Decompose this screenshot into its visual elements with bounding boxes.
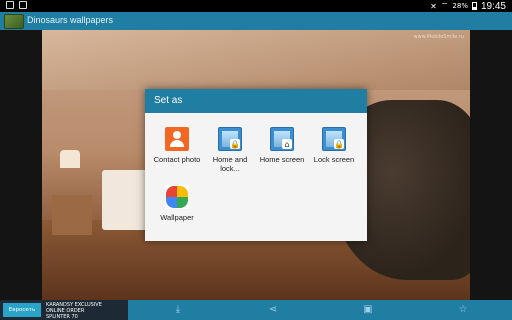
dialog-title: Set as [154, 95, 183, 106]
dialog-header: Set as [145, 89, 367, 113]
action-bar: Dinosaurs wallpapers [0, 12, 512, 30]
download-notification-icon [19, 1, 27, 9]
image-nightstand [52, 195, 92, 235]
option-label: Contact photo [153, 155, 201, 164]
battery-percentage: 28% [452, 2, 468, 10]
mute-icon: ✕ [430, 1, 437, 11]
image-ceiling [42, 30, 470, 90]
clock: 19:45 [480, 0, 506, 12]
ad-logo: Евросеть [3, 303, 41, 317]
watermark: www.MobileSmile.ru [413, 34, 464, 40]
ad-line: SPLINTER 70 [46, 314, 78, 320]
ad-text: KARANDSY EXCLUSIVE ONLINE ORDER SPLINTER… [46, 302, 102, 320]
battery-icon [471, 2, 477, 10]
option-label: Home and lock... [212, 155, 248, 173]
lock-screen-icon: 🔒 [322, 127, 346, 151]
ad-banner[interactable]: Евросеть KARANDSY EXCLUSIVE ONLINE ORDER… [0, 300, 128, 320]
set-as-dialog: Set as Contact photo 🔒 Home and lock... … [145, 89, 367, 241]
set-as-icon[interactable]: ▣ [362, 304, 374, 316]
status-bar: ✕ ⌔ 28% 19:45 [0, 0, 512, 12]
screen: ✕ ⌔ 28% 19:45 Dinosaurs wallpapers www.M… [0, 0, 512, 320]
home-screen-icon: ⌂ [270, 127, 294, 151]
option-home-and-lock[interactable]: 🔒 Home and lock... [204, 127, 256, 173]
app-title: Dinosaurs wallpapers [27, 15, 114, 25]
option-wallpaper[interactable]: Wallpaper [151, 185, 203, 222]
option-home-screen[interactable]: ⌂ Home screen [256, 127, 308, 164]
option-label: Wallpaper [160, 213, 194, 222]
favorite-icon[interactable]: ☆ [457, 304, 469, 316]
app-icon[interactable] [4, 14, 24, 29]
notification-icons [6, 1, 27, 9]
option-label: Home screen [259, 155, 305, 164]
share-icon[interactable]: ⋖ [267, 304, 279, 316]
image-lamp [60, 150, 80, 168]
bottom-bar: Евросеть KARANDSY EXCLUSIVE ONLINE ORDER… [0, 300, 512, 320]
option-label: Lock screen [313, 155, 355, 164]
option-contact-photo[interactable]: Contact photo [151, 127, 203, 164]
option-lock-screen[interactable]: 🔒 Lock screen [308, 127, 360, 164]
contact-icon [165, 127, 189, 151]
home-and-lock-icon: 🔒 [218, 127, 242, 151]
wifi-icon: ⌔ [440, 1, 449, 10]
system-status: ✕ ⌔ 28% 19:45 [430, 0, 506, 12]
wallpaper-icon [165, 185, 189, 209]
gallery-notification-icon [6, 1, 14, 9]
download-icon[interactable]: ⤓ [172, 304, 184, 316]
